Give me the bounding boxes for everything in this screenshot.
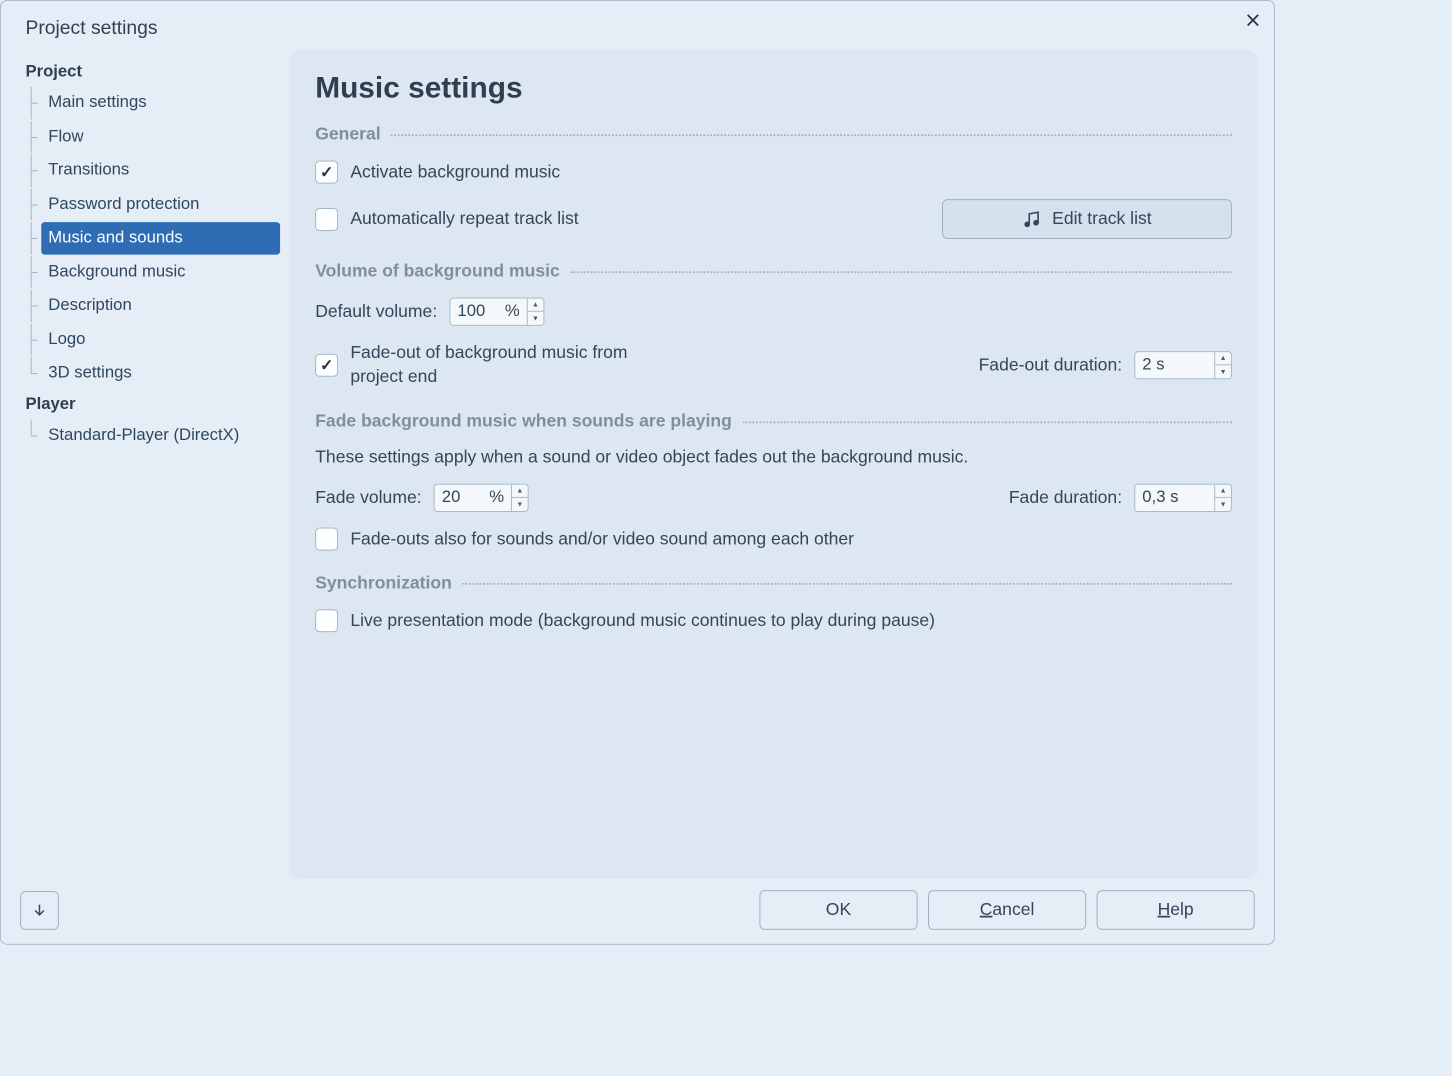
fade-duration-field[interactable] (1135, 485, 1214, 511)
tree-group-project: Project (25, 59, 280, 85)
spin-up-icon[interactable]: ▲ (1215, 352, 1231, 365)
section-title-volume: Volume of background music (315, 262, 560, 282)
sidebar-item-background-music[interactable]: Background music (41, 256, 280, 288)
spin-down-icon[interactable]: ▼ (1215, 365, 1231, 378)
spin-down-icon[interactable]: ▼ (1215, 498, 1231, 511)
sidebar-item-flow[interactable]: Flow (41, 121, 280, 153)
fadeout-duration-input[interactable]: ▲ ▼ (1134, 351, 1231, 379)
arrow-down-icon (31, 901, 49, 919)
spin-down-icon[interactable]: ▼ (512, 498, 528, 511)
ok-button[interactable]: OK (759, 890, 917, 930)
spin-down-icon[interactable]: ▼ (528, 312, 544, 325)
spin-up-icon[interactable]: ▲ (512, 485, 528, 498)
fadeout-project-end-checkbox[interactable] (315, 354, 338, 377)
fadeout-project-end-label: Fade-out of background music from projec… (350, 342, 684, 389)
divider (462, 583, 1231, 585)
activate-background-music-label: Activate background music (350, 162, 560, 182)
section-general: General Activate background music Automa… (315, 125, 1232, 239)
cancel-button[interactable]: Cancel (928, 890, 1086, 930)
fadeouts-also-label: Fade-outs also for sounds and/or video s… (350, 529, 854, 549)
sidebar-item-standard-player[interactable]: Standard-Player (DirectX) (41, 419, 280, 451)
fade-volume-field[interactable] (435, 485, 486, 511)
fade-duration-input[interactable]: ▲ ▼ (1134, 484, 1231, 512)
section-fade: Fade background music when sounds are pl… (315, 412, 1232, 551)
fade-volume-unit: % (486, 488, 511, 507)
sidebar-item-description[interactable]: Description (41, 290, 280, 322)
content-panel: Music settings General Activate backgrou… (289, 50, 1258, 879)
close-button[interactable] (1242, 10, 1263, 31)
section-title-general: General (315, 125, 380, 145)
section-title-sync: Synchronization (315, 573, 452, 593)
section-synchronization: Synchronization Live presentation mode (… (315, 573, 1232, 632)
fadeouts-also-checkbox[interactable] (315, 528, 338, 551)
sidebar-item-transitions[interactable]: Transitions (41, 155, 280, 187)
fadeout-duration-label: Fade-out duration: (979, 355, 1122, 375)
sidebar-item-main-settings[interactable]: Main settings (41, 87, 280, 119)
default-volume-label: Default volume: (315, 302, 437, 322)
activate-background-music-checkbox[interactable] (315, 161, 338, 184)
sidebar-item-3d-settings[interactable]: 3D settings (41, 357, 280, 389)
spin-up-icon[interactable]: ▲ (1215, 485, 1231, 498)
dialog-title: Project settings (1, 1, 1274, 50)
edit-track-list-button[interactable]: Edit track list (942, 199, 1232, 239)
section-volume: Volume of background music Default volum… (315, 262, 1232, 389)
live-presentation-label: Live presentation mode (background music… (350, 611, 935, 631)
fadeout-duration-field[interactable] (1135, 352, 1214, 378)
default-volume-unit: % (501, 302, 526, 321)
divider (742, 421, 1231, 423)
edit-track-list-label: Edit track list (1052, 209, 1152, 229)
music-icon (1022, 209, 1041, 228)
auto-repeat-label: Automatically repeat track list (350, 209, 578, 229)
section-title-fade: Fade background music when sounds are pl… (315, 412, 732, 432)
default-volume-field[interactable] (450, 299, 501, 325)
fade-duration-label: Fade duration: (1009, 488, 1122, 508)
divider (391, 134, 1232, 136)
page-title: Music settings (315, 71, 1232, 105)
sidebar: Project Main settings Flow Transitions P… (17, 50, 289, 879)
project-settings-dialog: Project settings Project Main settings F… (0, 0, 1275, 945)
fade-description: These settings apply when a sound or vid… (315, 448, 1232, 468)
default-volume-input[interactable]: % ▲ ▼ (450, 298, 545, 326)
live-presentation-checkbox[interactable] (315, 609, 338, 632)
footer: OK Cancel Help (1, 890, 1274, 930)
body-area: Project Main settings Flow Transitions P… (1, 50, 1274, 879)
help-button[interactable]: Help (1097, 890, 1255, 930)
fade-volume-label: Fade volume: (315, 488, 421, 508)
sidebar-item-logo[interactable]: Logo (41, 324, 280, 356)
fade-volume-input[interactable]: % ▲ ▼ (434, 484, 529, 512)
export-button[interactable] (20, 891, 59, 930)
sidebar-item-password-protection[interactable]: Password protection (41, 188, 280, 220)
tree-group-player: Player (25, 391, 280, 417)
sidebar-item-music-and-sounds[interactable]: Music and sounds (41, 222, 280, 254)
close-icon (1246, 13, 1260, 27)
spin-up-icon[interactable]: ▲ (528, 299, 544, 312)
divider (570, 271, 1232, 273)
auto-repeat-checkbox[interactable] (315, 208, 338, 231)
